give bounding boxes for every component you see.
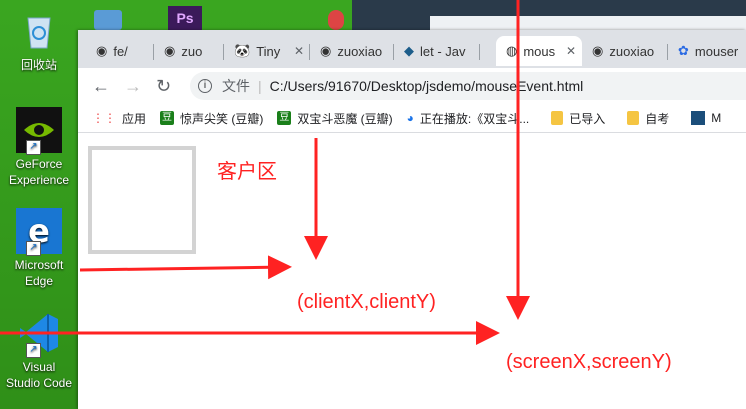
arrow-client-x (79, 255, 292, 280)
annotation-arrows (0, 0, 530, 345)
